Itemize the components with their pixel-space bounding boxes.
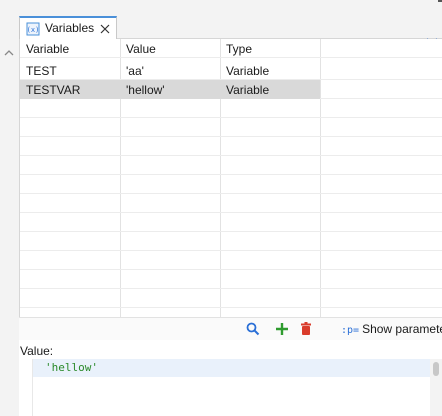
value-editor[interactable]: 'hellow' — [32, 359, 431, 416]
header-variable[interactable]: Variable — [26, 42, 69, 56]
empty-row — [20, 270, 442, 289]
variable-value: 'hellow' — [126, 83, 165, 97]
empty-row — [20, 213, 442, 232]
value-text: 'hellow' — [45, 361, 98, 374]
variable-type: Variable — [226, 83, 270, 97]
svg-text:(x): (x) — [27, 26, 40, 34]
close-icon[interactable] — [100, 23, 110, 37]
empty-row — [20, 175, 442, 194]
empty-row — [20, 99, 442, 118]
search-icon[interactable] — [245, 321, 261, 337]
value-scrollbar[interactable] — [430, 359, 442, 416]
header-type[interactable]: Type — [226, 42, 252, 56]
window-corner — [438, 0, 442, 2]
top-strip — [0, 0, 442, 14]
empty-row — [20, 232, 442, 251]
empty-row — [20, 137, 442, 156]
empty-row — [20, 289, 442, 308]
table-row[interactable]: TEST 'aa' Variable — [20, 61, 442, 80]
delete-icon[interactable] — [298, 321, 314, 337]
left-gutter — [0, 14, 19, 416]
variable-value: 'aa' — [126, 64, 144, 78]
empty-row — [20, 118, 442, 137]
header-value[interactable]: Value — [126, 42, 156, 56]
variables-toolbar: :p=Show parameters — [19, 317, 442, 340]
tab-variables[interactable]: (x) Variables — [19, 16, 117, 39]
variable-name: TESTVAR — [26, 83, 81, 97]
add-icon[interactable] — [274, 321, 290, 337]
empty-row — [20, 251, 442, 270]
parameters-icon: :p= — [341, 325, 360, 336]
show-parameters-label: Show parameters — [362, 322, 442, 336]
collapse-up-icon[interactable] — [4, 46, 14, 60]
table-header: Variable Value Type — [20, 39, 442, 58]
show-parameters-button[interactable]: :p=Show parameters — [341, 322, 442, 336]
tab-label: Variables — [45, 21, 95, 35]
variable-name: TEST — [26, 64, 57, 78]
table-row-selected[interactable]: TESTVAR 'hellow' Variable — [20, 80, 442, 99]
tab-row: (x) Variables — [19, 14, 442, 46]
scrollbar-thumb[interactable] — [433, 362, 439, 376]
variables-icon: (x) — [26, 22, 40, 39]
variables-table: Variable Value Type TEST 'aa' Variable T… — [19, 39, 442, 317]
empty-row — [20, 194, 442, 213]
empty-row — [20, 156, 442, 175]
variable-type: Variable — [226, 64, 270, 78]
value-label: Value: — [20, 344, 54, 358]
